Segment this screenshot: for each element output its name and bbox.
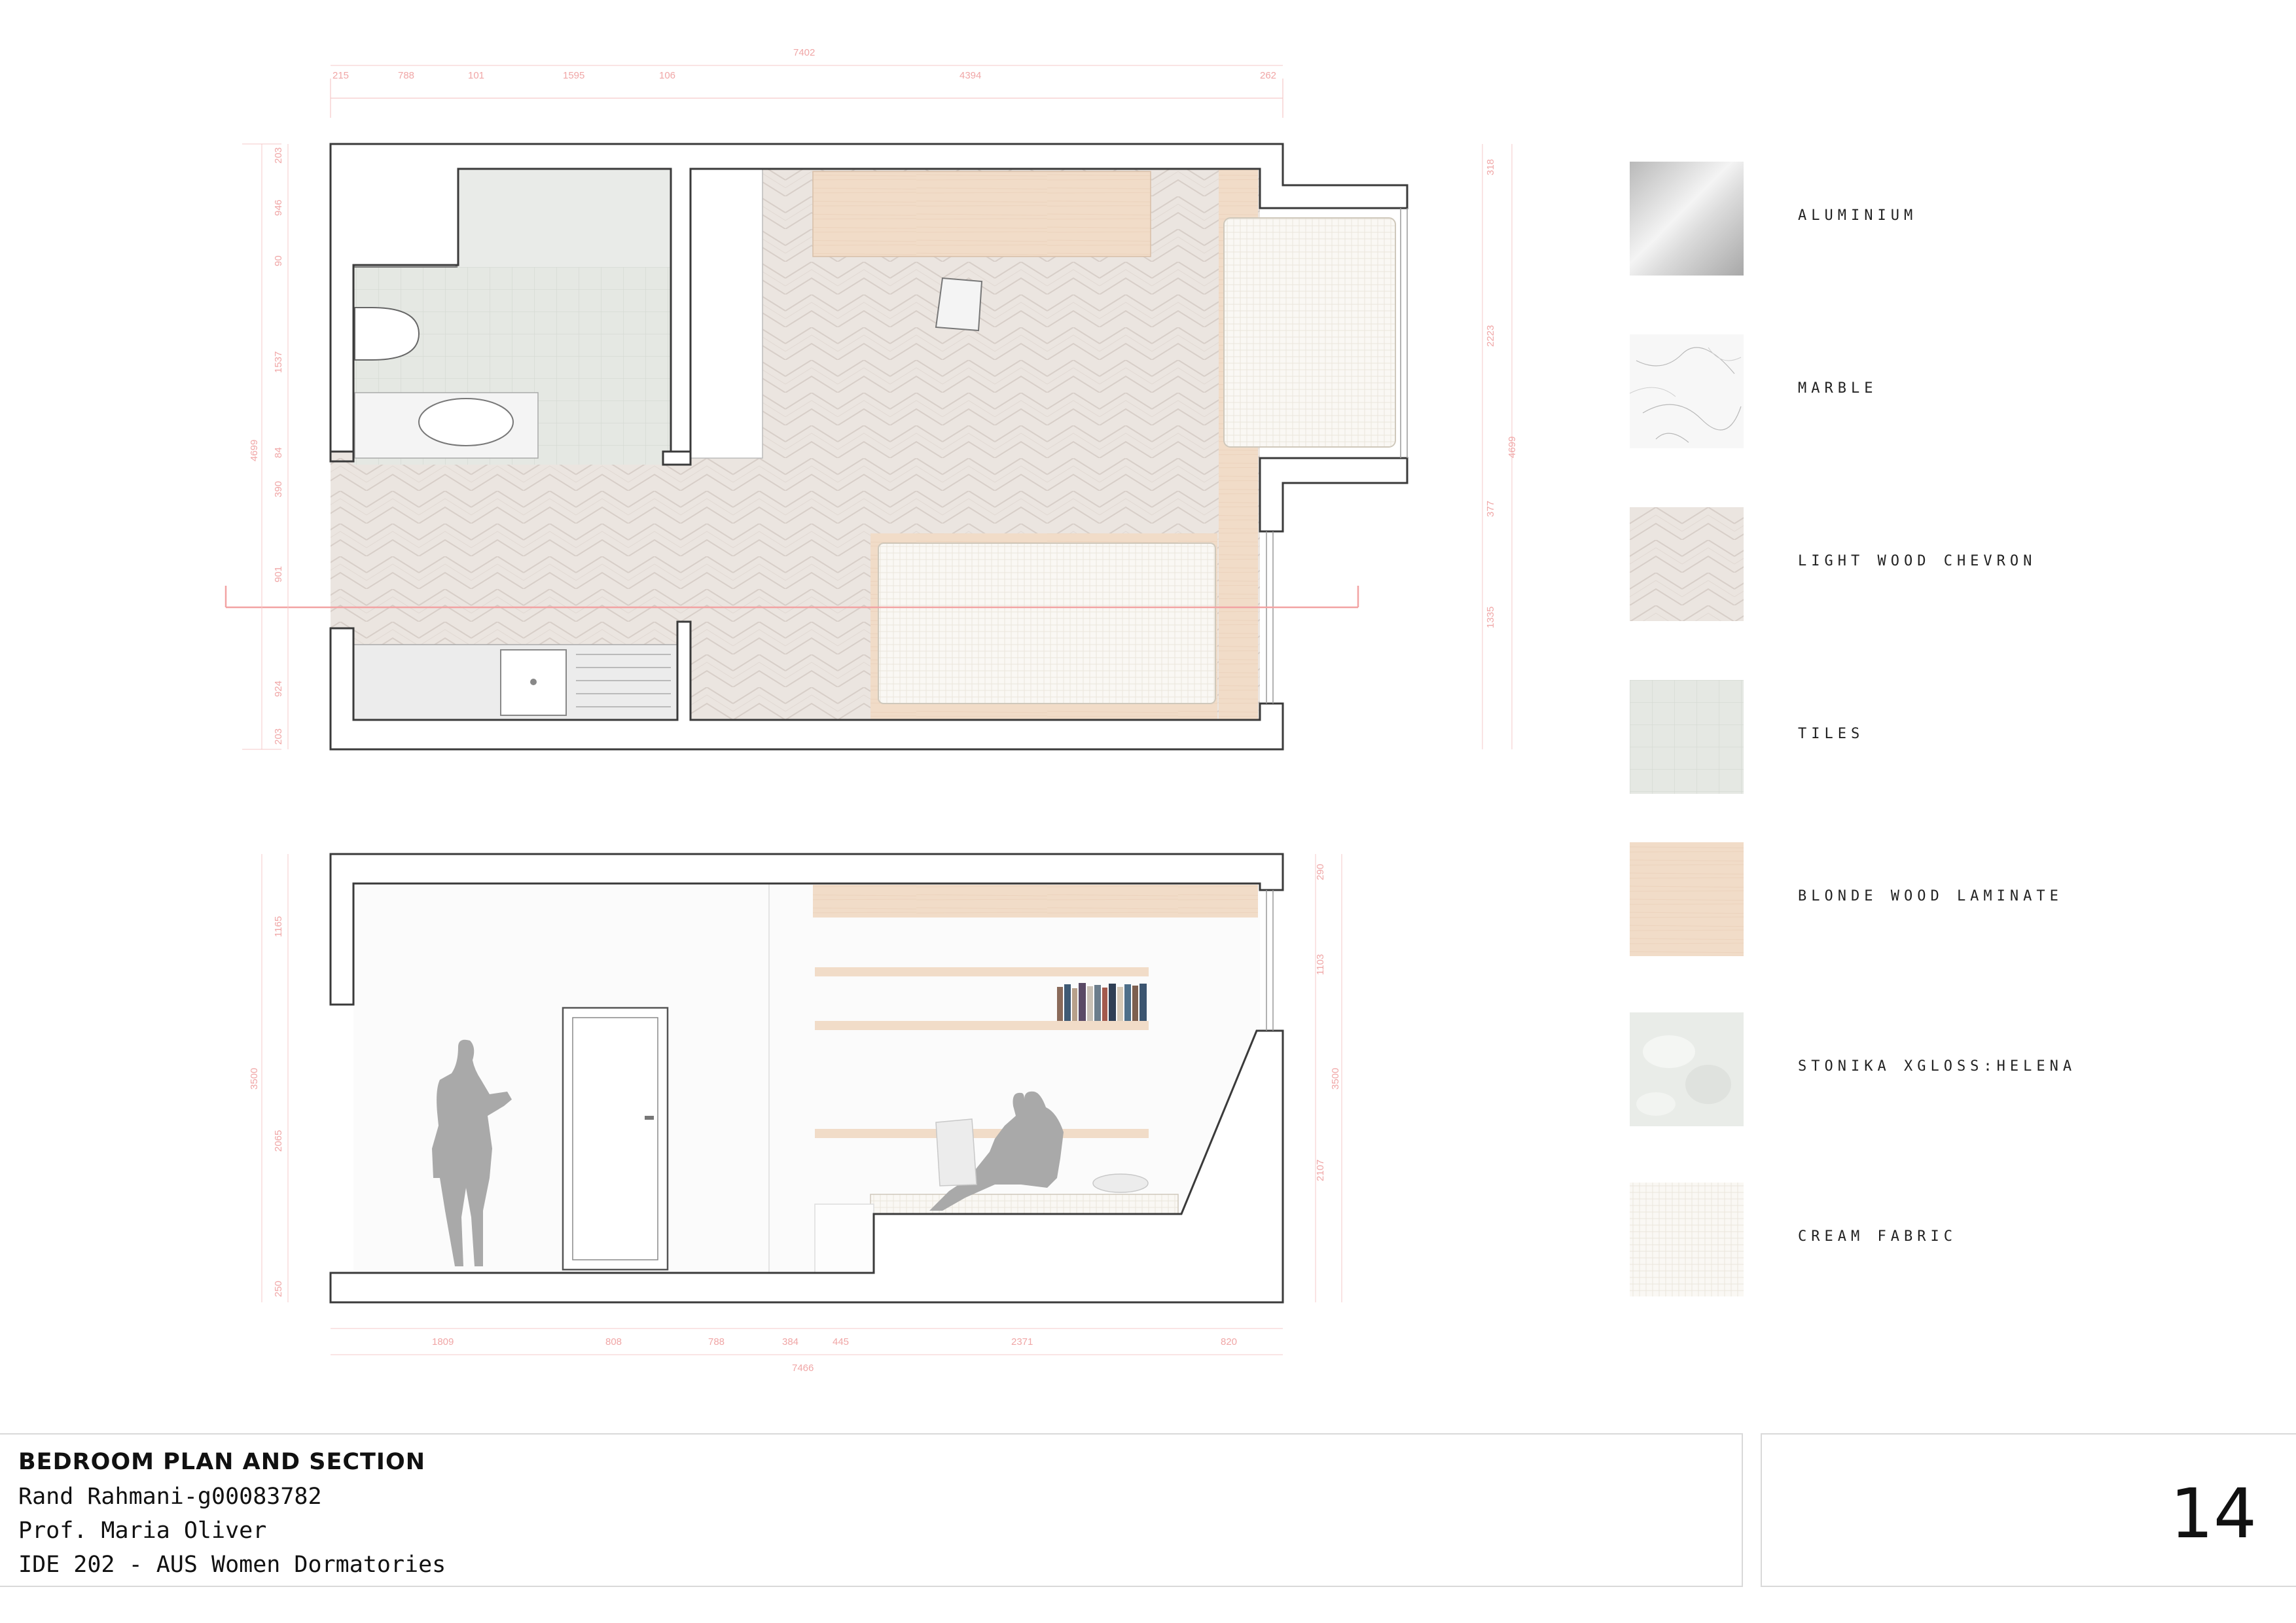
laminate-swatch (1630, 842, 1744, 956)
legend-label: MARBLE (1798, 380, 1878, 397)
desk (812, 171, 1151, 257)
plan-right-dim-2: 377 (1485, 501, 1496, 517)
chevron-swatch (1630, 507, 1744, 621)
section-right-dim-2: 2107 (1315, 1160, 1326, 1181)
aluminium-swatch (1630, 162, 1744, 276)
legend-label: LIGHT WOOD CHEVRON (1798, 553, 2037, 569)
section-bottom-total: 7466 (792, 1363, 814, 1374)
plan-top-total: 7402 (793, 47, 815, 58)
plan-left-total: 4699 (249, 440, 260, 461)
wardrobe (690, 168, 763, 459)
plan-top-dim-1: 788 (398, 70, 414, 81)
professor-name: Prof. Maria Oliver (18, 1518, 267, 1544)
course-name: IDE 202 - AUS Women Dormatories (18, 1552, 446, 1578)
title-block: BEDROOM PLAN AND SECTION Rand Rahmani-g0… (0, 1433, 1743, 1587)
plan-top-dim-5: 4394 (960, 70, 981, 81)
legend-item-aluminium: ALUMINIUM (1630, 162, 2219, 276)
desk-chair (935, 277, 983, 332)
plan-top-dim-0: 215 (332, 70, 349, 81)
section (329, 853, 1284, 1304)
plan-top-dim-6: 262 (1260, 70, 1276, 81)
plan-left-dim-4: 84 (273, 447, 284, 458)
page-number: 14 (2170, 1474, 2257, 1554)
plan-top-dim-2: 101 (468, 70, 484, 81)
stonika-swatch (1630, 1012, 1744, 1126)
plan-right-dim-0: 318 (1485, 159, 1496, 175)
section-daybed (870, 1194, 1179, 1215)
legend-item-blonde-wood-laminate: BLONDE WOOD LAMINATE (1630, 842, 2219, 956)
bed-mattress (878, 543, 1216, 704)
drawing-title: BEDROOM PLAN AND SECTION (18, 1449, 425, 1475)
legend-item-tiles: TILES (1630, 680, 2219, 794)
section-left-dim-1: 2065 (273, 1130, 284, 1152)
section-right-dim-0: 290 (1315, 864, 1326, 880)
section-bottom-dim-1: 808 (605, 1336, 622, 1347)
step-cabinet (814, 1204, 874, 1274)
plan-left-dim-2: 90 (273, 255, 284, 266)
plan-left-dim-1: 946 (273, 200, 284, 216)
plan-right-dim-3: 1335 (1485, 607, 1496, 628)
legend-item-light-wood-chevron: LIGHT WOOD CHEVRON (1630, 507, 2219, 621)
legend-label: BLONDE WOOD LAMINATE (1798, 888, 2063, 904)
section-bottom-dim-4: 445 (833, 1336, 849, 1347)
section-bottom-dim-6: 820 (1221, 1336, 1237, 1347)
section-window (1266, 890, 1274, 1031)
legend-label: STONIKA XGLOSS:HELENA (1798, 1058, 2077, 1075)
bathroom-door (562, 1007, 669, 1271)
legend-item-stonika: STONIKA XGLOSS:HELENA (1630, 1012, 2219, 1126)
plan-left-dim-6: 901 (273, 566, 284, 582)
desk-top (815, 1129, 1149, 1138)
plan-top-dim-4: 106 (659, 70, 675, 81)
legend-item-cream-fabric: CREAM FABRIC (1630, 1183, 2219, 1296)
plan-right-total: 4699 (1507, 437, 1518, 458)
section-bottom-dim-3: 384 (782, 1336, 798, 1347)
stonika-wall-panel (458, 169, 674, 267)
plan-left-dim-5: 390 (273, 481, 284, 497)
plan-left-dim-7: 924 (273, 681, 284, 697)
shelf-1 (815, 967, 1149, 976)
shelf-2 (815, 1021, 1149, 1030)
section-left-total: 3500 (249, 1068, 260, 1090)
plan-right-dim-1: 2223 (1485, 325, 1496, 347)
section-left-dim-0: 1165 (273, 916, 284, 937)
student-name: Rand Rahmani-g00083782 (18, 1484, 322, 1510)
legend-label: CREAM FABRIC (1798, 1228, 1957, 1245)
plan-window (1400, 208, 1408, 458)
page-number-box: 14 (1761, 1433, 2296, 1587)
plan-top-dim-3: 1595 (563, 70, 584, 81)
upper-cabinet (813, 885, 1258, 918)
legend-item-marble: MARBLE (1630, 334, 2219, 448)
section-right-total: 3500 (1330, 1068, 1341, 1090)
cushion (935, 1118, 977, 1186)
section-bottom-dim-2: 788 (708, 1336, 725, 1347)
sink-drain (530, 679, 537, 685)
section-bottom-dim-5: 2371 (1011, 1336, 1033, 1347)
fabric-swatch (1630, 1183, 1744, 1296)
plan-window-lower (1266, 531, 1274, 704)
marble-swatch (1630, 334, 1744, 448)
plan-left-dim-3: 1537 (273, 351, 284, 373)
section-right-dim-1: 1103 (1315, 954, 1326, 975)
legend-label: ALUMINIUM (1798, 207, 1918, 224)
legend-label: TILES (1798, 726, 1865, 742)
pillow (1092, 1173, 1149, 1193)
plan-left-dim-0: 203 (273, 147, 284, 164)
floor-plan (224, 143, 1408, 751)
tiles-swatch (1630, 680, 1744, 794)
section-left-dim-2: 250 (273, 1281, 284, 1297)
washbasin (418, 398, 514, 446)
section-bottom-dim-0: 1809 (432, 1336, 454, 1347)
plan-left-dim-8: 203 (273, 728, 284, 745)
door-handle (645, 1116, 654, 1120)
toilet (354, 307, 420, 361)
window-seat-bed (1223, 217, 1396, 448)
